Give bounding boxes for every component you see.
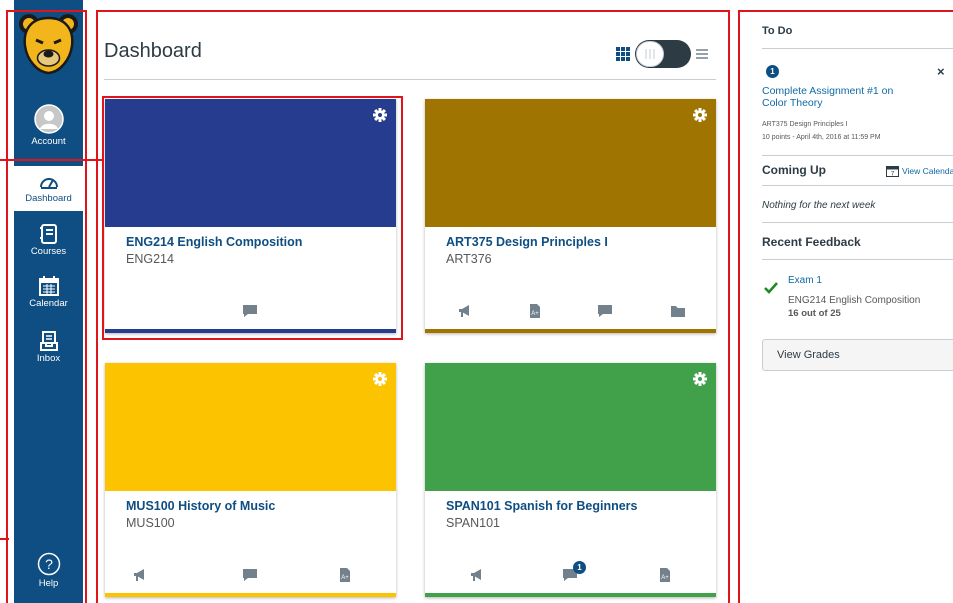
connector-line xyxy=(0,159,103,161)
nav-highlight-frame xyxy=(6,10,87,603)
connector-line xyxy=(0,538,9,540)
sidebar-highlight-frame xyxy=(738,10,953,603)
card-highlight-frame xyxy=(102,96,403,340)
